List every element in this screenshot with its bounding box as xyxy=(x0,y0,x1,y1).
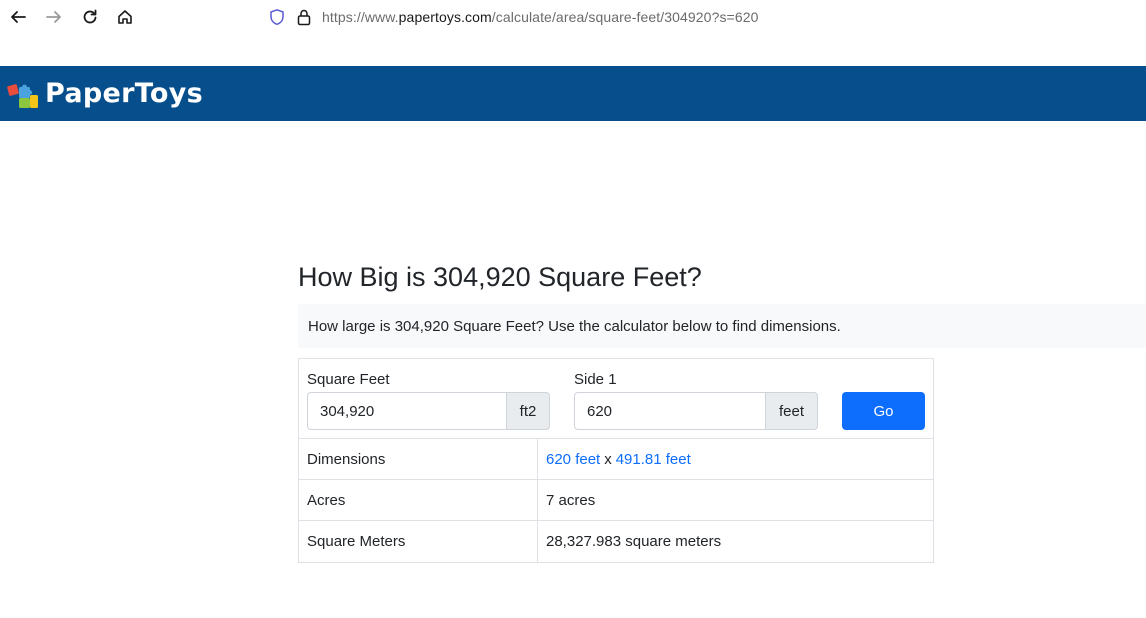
forward-button[interactable] xyxy=(41,5,67,29)
home-icon xyxy=(118,10,132,24)
side-1-unit: feet xyxy=(765,392,818,430)
dimension-separator: x xyxy=(604,450,612,468)
reload-button[interactable] xyxy=(77,5,103,29)
browser-toolbar: https://www.papertoys.com/calculate/area… xyxy=(0,0,1146,34)
square-feet-input[interactable] xyxy=(307,392,506,430)
url-prefix: https://www. xyxy=(322,9,399,25)
lead-text: How large is 304,920 Square Feet? Use th… xyxy=(308,317,841,335)
site-logo[interactable]: PaperToys xyxy=(7,78,203,110)
address-bar[interactable]: https://www.papertoys.com/calculate/area… xyxy=(268,5,759,29)
side-1-input-group: feet xyxy=(574,392,818,430)
acres-label: Acres xyxy=(299,480,538,520)
side-1-input[interactable] xyxy=(574,392,765,430)
square-feet-input-group: ft2 xyxy=(307,392,550,430)
forward-arrow-icon xyxy=(46,11,61,23)
page-title: How Big is 304,920 Square Feet? xyxy=(298,262,702,292)
square-meters-label: Square Meters xyxy=(299,521,538,562)
url-host: papertoys.com xyxy=(398,9,492,25)
back-arrow-icon xyxy=(11,11,26,23)
shield-icon[interactable] xyxy=(268,8,286,26)
acres-value: 7 acres xyxy=(546,491,596,509)
result-row-acres: Acres 7 acres xyxy=(299,480,933,521)
square-feet-unit: ft2 xyxy=(506,392,550,430)
result-row-square-meters: Square Meters 28,327.983 square meters xyxy=(299,521,933,562)
dimension-b-link[interactable]: 491.81 feet xyxy=(616,451,691,468)
dimension-a-link[interactable]: 620 feet xyxy=(546,451,600,468)
lock-icon[interactable] xyxy=(296,8,312,26)
site-header: PaperToys xyxy=(0,66,1146,121)
reload-icon xyxy=(83,9,97,24)
side-1-label: Side 1 xyxy=(574,371,617,388)
calculator-table: Square Feet ft2 Side 1 feet Go Dimension… xyxy=(298,358,934,563)
url-path: /calculate/area/square-feet/304920?s=620 xyxy=(491,9,759,25)
calculator-form: Square Feet ft2 Side 1 feet Go xyxy=(299,359,933,439)
home-button[interactable] xyxy=(112,5,138,29)
dimensions-value: 620 feet x 491.81 feet xyxy=(538,439,933,479)
puzzle-logo-icon xyxy=(7,83,38,108)
go-button[interactable]: Go xyxy=(842,392,925,430)
dimensions-label: Dimensions xyxy=(299,439,538,479)
url-text[interactable]: https://www.papertoys.com/calculate/area… xyxy=(322,9,759,25)
square-meters-value: 28,327.983 square meters xyxy=(546,533,722,550)
logo-text: PaperToys xyxy=(45,78,203,109)
square-feet-label: Square Feet xyxy=(307,371,390,388)
result-row-dimensions: Dimensions 620 feet x 491.81 feet xyxy=(299,439,933,480)
back-button[interactable] xyxy=(5,5,31,29)
lead-box: How large is 304,920 Square Feet? Use th… xyxy=(298,304,1146,348)
